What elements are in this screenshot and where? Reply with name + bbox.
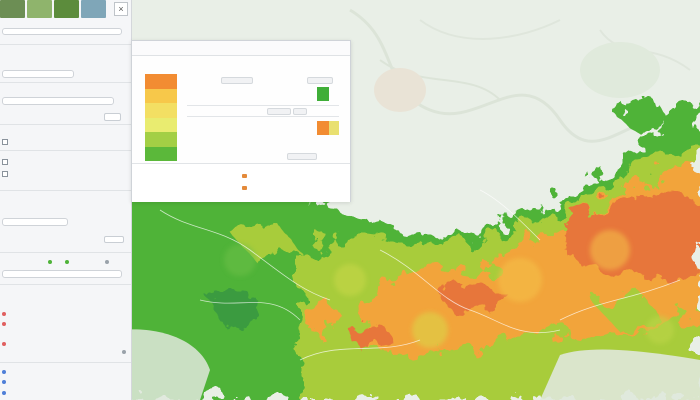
option-checkbox[interactable]: [2, 171, 8, 177]
legend-dot-icon: [2, 322, 6, 326]
value-pill[interactable]: [293, 108, 307, 115]
value-pill[interactable]: [287, 153, 317, 160]
side-panel: ×: [0, 0, 132, 400]
map-lowland-area: [540, 349, 700, 400]
legend-dot-icon: [2, 342, 6, 346]
legend-dot-icon: [2, 312, 6, 316]
date-field[interactable]: [2, 218, 68, 226]
marker-icon: [242, 174, 247, 178]
list-item[interactable]: [2, 368, 122, 376]
legend-popup: [131, 40, 351, 202]
layer-name-field[interactable]: [2, 70, 74, 78]
basemap-thumbnail[interactable]: [81, 0, 106, 18]
option-row[interactable]: [2, 158, 122, 166]
status-dot-icon: [48, 260, 52, 264]
mini-bar-chart: [317, 87, 349, 137]
popup-details: [132, 163, 350, 202]
color-swatch: [145, 74, 177, 89]
popup-tab-bar: [132, 41, 350, 56]
toggle-option-button[interactable]: [104, 113, 121, 121]
color-swatch: [145, 88, 177, 103]
legend-row[interactable]: [187, 75, 339, 85]
search-input[interactable]: [2, 28, 122, 35]
legend-dot-icon: [2, 370, 6, 374]
list-item[interactable]: [2, 340, 122, 348]
color-swatch: [145, 132, 177, 147]
basemap-thumbnail[interactable]: [27, 0, 52, 18]
legend-dot-icon: [2, 380, 6, 384]
range-field[interactable]: [2, 270, 122, 278]
status-dot-icon: [122, 350, 126, 354]
list-item[interactable]: [2, 310, 122, 318]
mini-bar: [329, 121, 339, 135]
list-item[interactable]: [2, 320, 122, 328]
mini-bar: [317, 121, 329, 135]
list-item[interactable]: [2, 378, 122, 386]
mini-bar: [317, 87, 329, 101]
color-swatch: [145, 117, 177, 132]
value-pill[interactable]: [307, 77, 333, 84]
apply-button[interactable]: [104, 236, 124, 243]
basemap-thumbnail[interactable]: [0, 0, 25, 18]
marker-icon: [242, 186, 247, 190]
option-row[interactable]: [2, 170, 122, 178]
legend-row[interactable]: [187, 151, 339, 161]
option-checkbox[interactable]: [2, 139, 8, 145]
status-dot-icon: [105, 260, 109, 264]
parameter-field[interactable]: [2, 97, 114, 105]
basemap-thumbnail[interactable]: [54, 0, 79, 18]
close-icon[interactable]: ×: [114, 2, 128, 16]
status-dot-icon: [65, 260, 69, 264]
color-swatch: [145, 146, 177, 161]
option-checkbox[interactable]: [2, 159, 8, 165]
basemap-thumbnails[interactable]: [0, 0, 110, 18]
color-swatch: [145, 103, 177, 118]
legend-dot-icon: [2, 391, 6, 395]
list-item[interactable]: [2, 389, 122, 397]
value-pill[interactable]: [221, 77, 253, 84]
value-pill[interactable]: [267, 108, 291, 115]
color-ramp: [145, 74, 177, 161]
option-row[interactable]: [2, 138, 122, 146]
